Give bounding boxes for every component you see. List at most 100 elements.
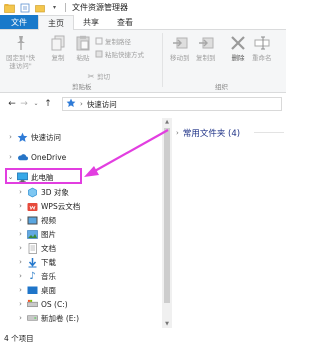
nav-item-documents[interactable]: › 文档 <box>0 241 56 255</box>
forward-arrow-icon[interactable]: → <box>18 97 30 111</box>
clipboard-group-label: 剪贴板 <box>72 83 92 91</box>
move-to-label: 移动到 <box>170 54 190 62</box>
documents-folder-icon <box>27 242 38 254</box>
nav-item-label: 视频 <box>41 215 56 225</box>
paste-button[interactable]: 粘贴 <box>74 34 92 62</box>
nav-item-quick-access[interactable]: › 快速访问 <box>0 130 61 144</box>
delete-x-icon <box>229 34 247 52</box>
title-separator <box>65 3 66 12</box>
nav-item-videos[interactable]: › 视频 <box>0 213 56 227</box>
nav-item-pictures[interactable]: › 图片 <box>0 227 56 241</box>
nav-item-downloads[interactable]: › 下载 <box>0 255 56 269</box>
breadcrumb-quick-access[interactable]: 快速访问 <box>87 99 117 110</box>
tab-file[interactable]: 文件 <box>0 15 38 29</box>
chevron-right-icon[interactable]: › <box>16 286 25 294</box>
tab-share[interactable]: 共享 <box>74 15 108 29</box>
3d-objects-icon <box>27 187 38 198</box>
organize-group-label: 组织 <box>215 83 228 91</box>
copy-to-button[interactable]: 复制到 <box>196 34 216 62</box>
chevron-right-icon[interactable]: › <box>6 133 15 141</box>
paste-icon <box>74 34 92 52</box>
cut-label: 剪切 <box>97 73 110 81</box>
paste-label: 粘贴 <box>76 54 90 62</box>
delete-label: 删除 <box>231 54 245 62</box>
new-folder-icon[interactable] <box>34 2 45 13</box>
onedrive-cloud-icon <box>17 152 28 163</box>
chevron-right-icon[interactable]: › <box>16 314 25 322</box>
tab-view[interactable]: 查看 <box>108 15 142 29</box>
drive-e-icon <box>27 313 38 324</box>
copy-path-icon <box>95 37 103 45</box>
nav-item-label: 音乐 <box>41 271 56 281</box>
navigation-pane-scrollbar[interactable]: ▲ ▼ <box>162 118 172 328</box>
chevron-right-icon[interactable]: › <box>16 258 25 266</box>
nav-item-label: 图片 <box>41 229 56 239</box>
chevron-right-icon[interactable]: › <box>16 188 25 196</box>
title-bar: ▾ 文件资源管理器 <box>0 0 286 15</box>
address-bar[interactable]: › 快速访问 <box>62 97 282 111</box>
scroll-down-icon[interactable]: ▼ <box>162 320 172 328</box>
nav-item-label: 3D 对象 <box>41 187 69 197</box>
chevron-right-icon[interactable]: › <box>16 300 25 308</box>
section-title: 常用文件夹 (4) <box>182 129 241 139</box>
nav-item-3d-objects[interactable]: › 3D 对象 <box>0 185 69 199</box>
customize-quick-access-icon[interactable]: ▾ <box>49 2 60 13</box>
frequent-folders-header[interactable]: › 常用文件夹 (4) <box>176 127 240 139</box>
properties-icon[interactable] <box>19 2 30 13</box>
up-arrow-icon[interactable]: ↑ <box>42 97 54 111</box>
nav-item-drive-c[interactable]: › OS (C:) <box>0 297 68 311</box>
nav-item-label: OS (C:) <box>41 299 68 309</box>
rename-button[interactable]: 重命名 <box>252 34 272 62</box>
nav-item-label: 桌面 <box>41 285 56 295</box>
wps-cloud-icon <box>27 201 38 212</box>
navigation-bar: ← → ⌄ ↑ › 快速访问 <box>0 94 286 113</box>
scroll-up-icon[interactable]: ▲ <box>162 118 172 126</box>
chevron-right-icon[interactable]: › <box>16 244 25 252</box>
chevron-right-icon[interactable]: › <box>16 230 25 238</box>
pictures-folder-icon <box>27 229 38 240</box>
quick-access-star-icon <box>66 98 76 110</box>
chevron-right-icon[interactable]: › <box>176 129 179 137</box>
quick-access-star-icon <box>17 132 28 143</box>
cut-button[interactable]: ✂ 剪切 <box>87 71 110 82</box>
nav-item-music[interactable]: › ♪ 音乐 <box>0 269 56 283</box>
nav-item-wps-cloud[interactable]: › WPS云文档 <box>0 199 80 213</box>
ribbon-panel: 固定到"快 速访问" 复制 粘贴 复制路径 粘贴快捷方式 ✂ 剪切 剪贴板 移动… <box>0 30 286 93</box>
copy-icon <box>49 34 67 52</box>
explorer-app-icon <box>4 2 15 13</box>
nav-item-label: 新加卷 (E:) <box>41 313 80 323</box>
move-to-icon <box>171 34 189 52</box>
chevron-right-icon[interactable]: › <box>16 202 25 210</box>
navigation-pane: › 快速访问 › OneDrive ⌄ 此电脑 › 3D 对象 › WPS云文档… <box>0 118 172 330</box>
scrollbar-thumb[interactable] <box>164 128 170 303</box>
section-divider <box>254 132 284 133</box>
delete-button[interactable]: 删除 <box>229 34 247 62</box>
scissors-icon: ✂ <box>87 71 95 81</box>
highlight-box <box>5 168 82 184</box>
nav-item-label: WPS云文档 <box>41 201 81 211</box>
video-folder-icon <box>27 215 38 226</box>
status-bar: 4 个项目 <box>0 330 286 346</box>
downloads-folder-icon <box>27 257 38 268</box>
tab-home[interactable]: 主页 <box>38 15 74 30</box>
nav-item-label: 文档 <box>41 243 56 253</box>
recent-locations-icon[interactable]: ⌄ <box>30 97 42 111</box>
nav-item-desktop[interactable]: › 桌面 <box>0 283 56 297</box>
copy-to-label: 复制到 <box>196 54 216 62</box>
breadcrumb-chevron-icon: › <box>80 100 83 108</box>
move-to-button[interactable]: 移动到 <box>170 34 190 62</box>
chevron-right-icon[interactable]: › <box>16 272 25 280</box>
copy-path-label: 复制路径 <box>105 38 131 46</box>
back-arrow-icon[interactable]: ← <box>6 97 18 111</box>
nav-item-onedrive[interactable]: › OneDrive <box>0 150 66 164</box>
nav-item-drive-e[interactable]: › 新加卷 (E:) <box>0 311 79 325</box>
copy-button[interactable]: 复制 <box>49 34 67 62</box>
chevron-right-icon[interactable]: › <box>6 153 15 161</box>
pin-quick-access-label: 固定到"快 速访问" <box>6 54 35 70</box>
copy-path-button[interactable]: 复制路径 <box>95 36 131 46</box>
nav-item-label: 快速访问 <box>31 132 61 142</box>
chevron-right-icon[interactable]: › <box>16 216 25 224</box>
pin-quick-access-button[interactable]: 固定到"快 速访问" <box>6 34 35 70</box>
rename-icon <box>253 34 271 52</box>
paste-shortcut-button[interactable]: 粘贴快捷方式 <box>95 49 144 59</box>
